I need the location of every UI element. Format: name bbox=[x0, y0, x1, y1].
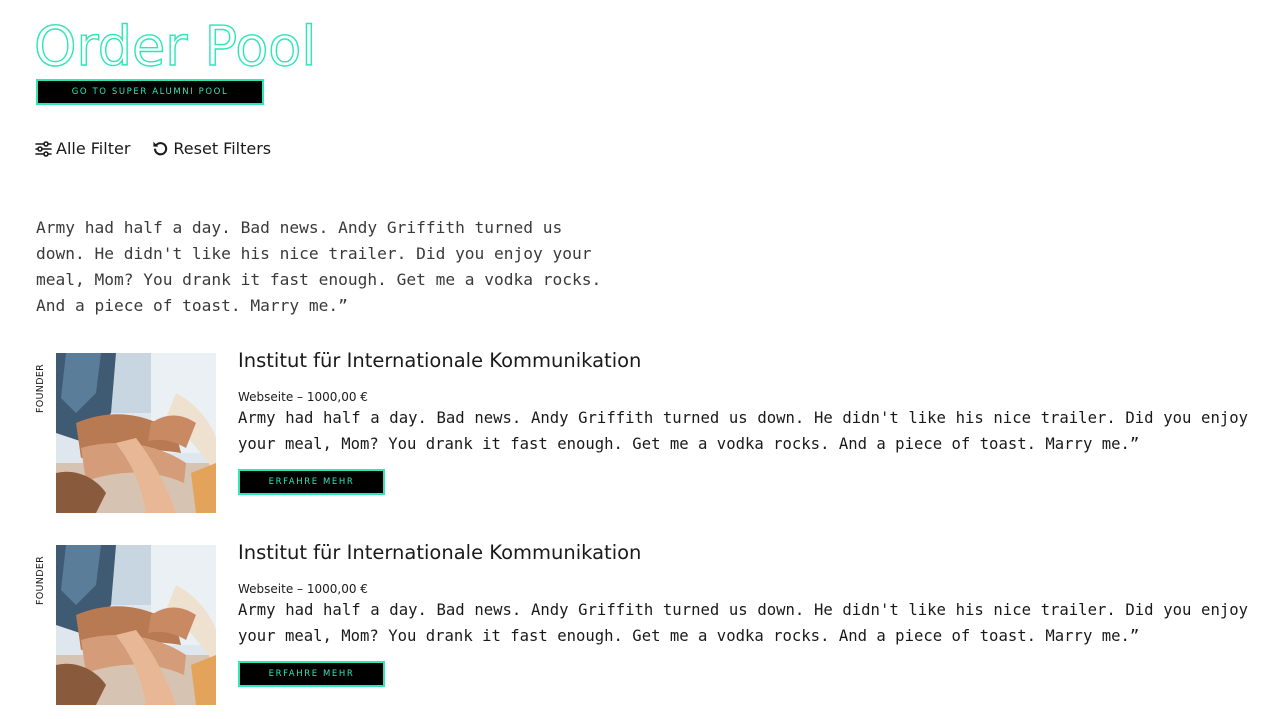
entry-description: Army had half a day. Bad news. Andy Grif… bbox=[238, 601, 1248, 645]
entry-image bbox=[56, 545, 216, 705]
reset-icon bbox=[152, 140, 169, 157]
founder-label: FOUNDER bbox=[35, 363, 46, 413]
all-filters-label: Alle Filter bbox=[56, 139, 131, 158]
entry-meta: Webseite – 1000,00 € bbox=[238, 390, 368, 404]
super-alumni-pool-button[interactable]: GO TO SUPER ALUMNI POOL bbox=[36, 79, 264, 105]
reset-filters-button[interactable]: Reset Filters bbox=[152, 139, 271, 158]
page-title: Order Pool bbox=[33, 14, 317, 78]
entry-description: Army had half a day. Bad news. Andy Grif… bbox=[238, 409, 1248, 453]
entry-title: Institut für Internationale Kommunikatio… bbox=[238, 541, 642, 564]
founder-label: FOUNDER bbox=[35, 555, 46, 605]
sliders-icon bbox=[35, 140, 52, 157]
entry-title: Institut für Internationale Kommunikatio… bbox=[238, 349, 642, 372]
order-entry: FOUNDER Institut für Internationale Komm… bbox=[34, 541, 1254, 707]
entry-meta: Webseite – 1000,00 € bbox=[238, 582, 368, 596]
intro-text: Army had half a day. Bad news. Andy Grif… bbox=[36, 218, 602, 315]
all-filters-button[interactable]: Alle Filter bbox=[35, 139, 130, 158]
learn-more-button[interactable]: ERFAHRE MEHR bbox=[238, 469, 385, 495]
order-entry: FOUNDER Institut für Internationale Komm… bbox=[34, 349, 1254, 515]
reset-filters-label: Reset Filters bbox=[173, 139, 272, 158]
entry-image bbox=[56, 353, 216, 513]
learn-more-button[interactable]: ERFAHRE MEHR bbox=[238, 661, 385, 687]
filter-bar: Alle Filter Reset Filters bbox=[35, 139, 271, 158]
